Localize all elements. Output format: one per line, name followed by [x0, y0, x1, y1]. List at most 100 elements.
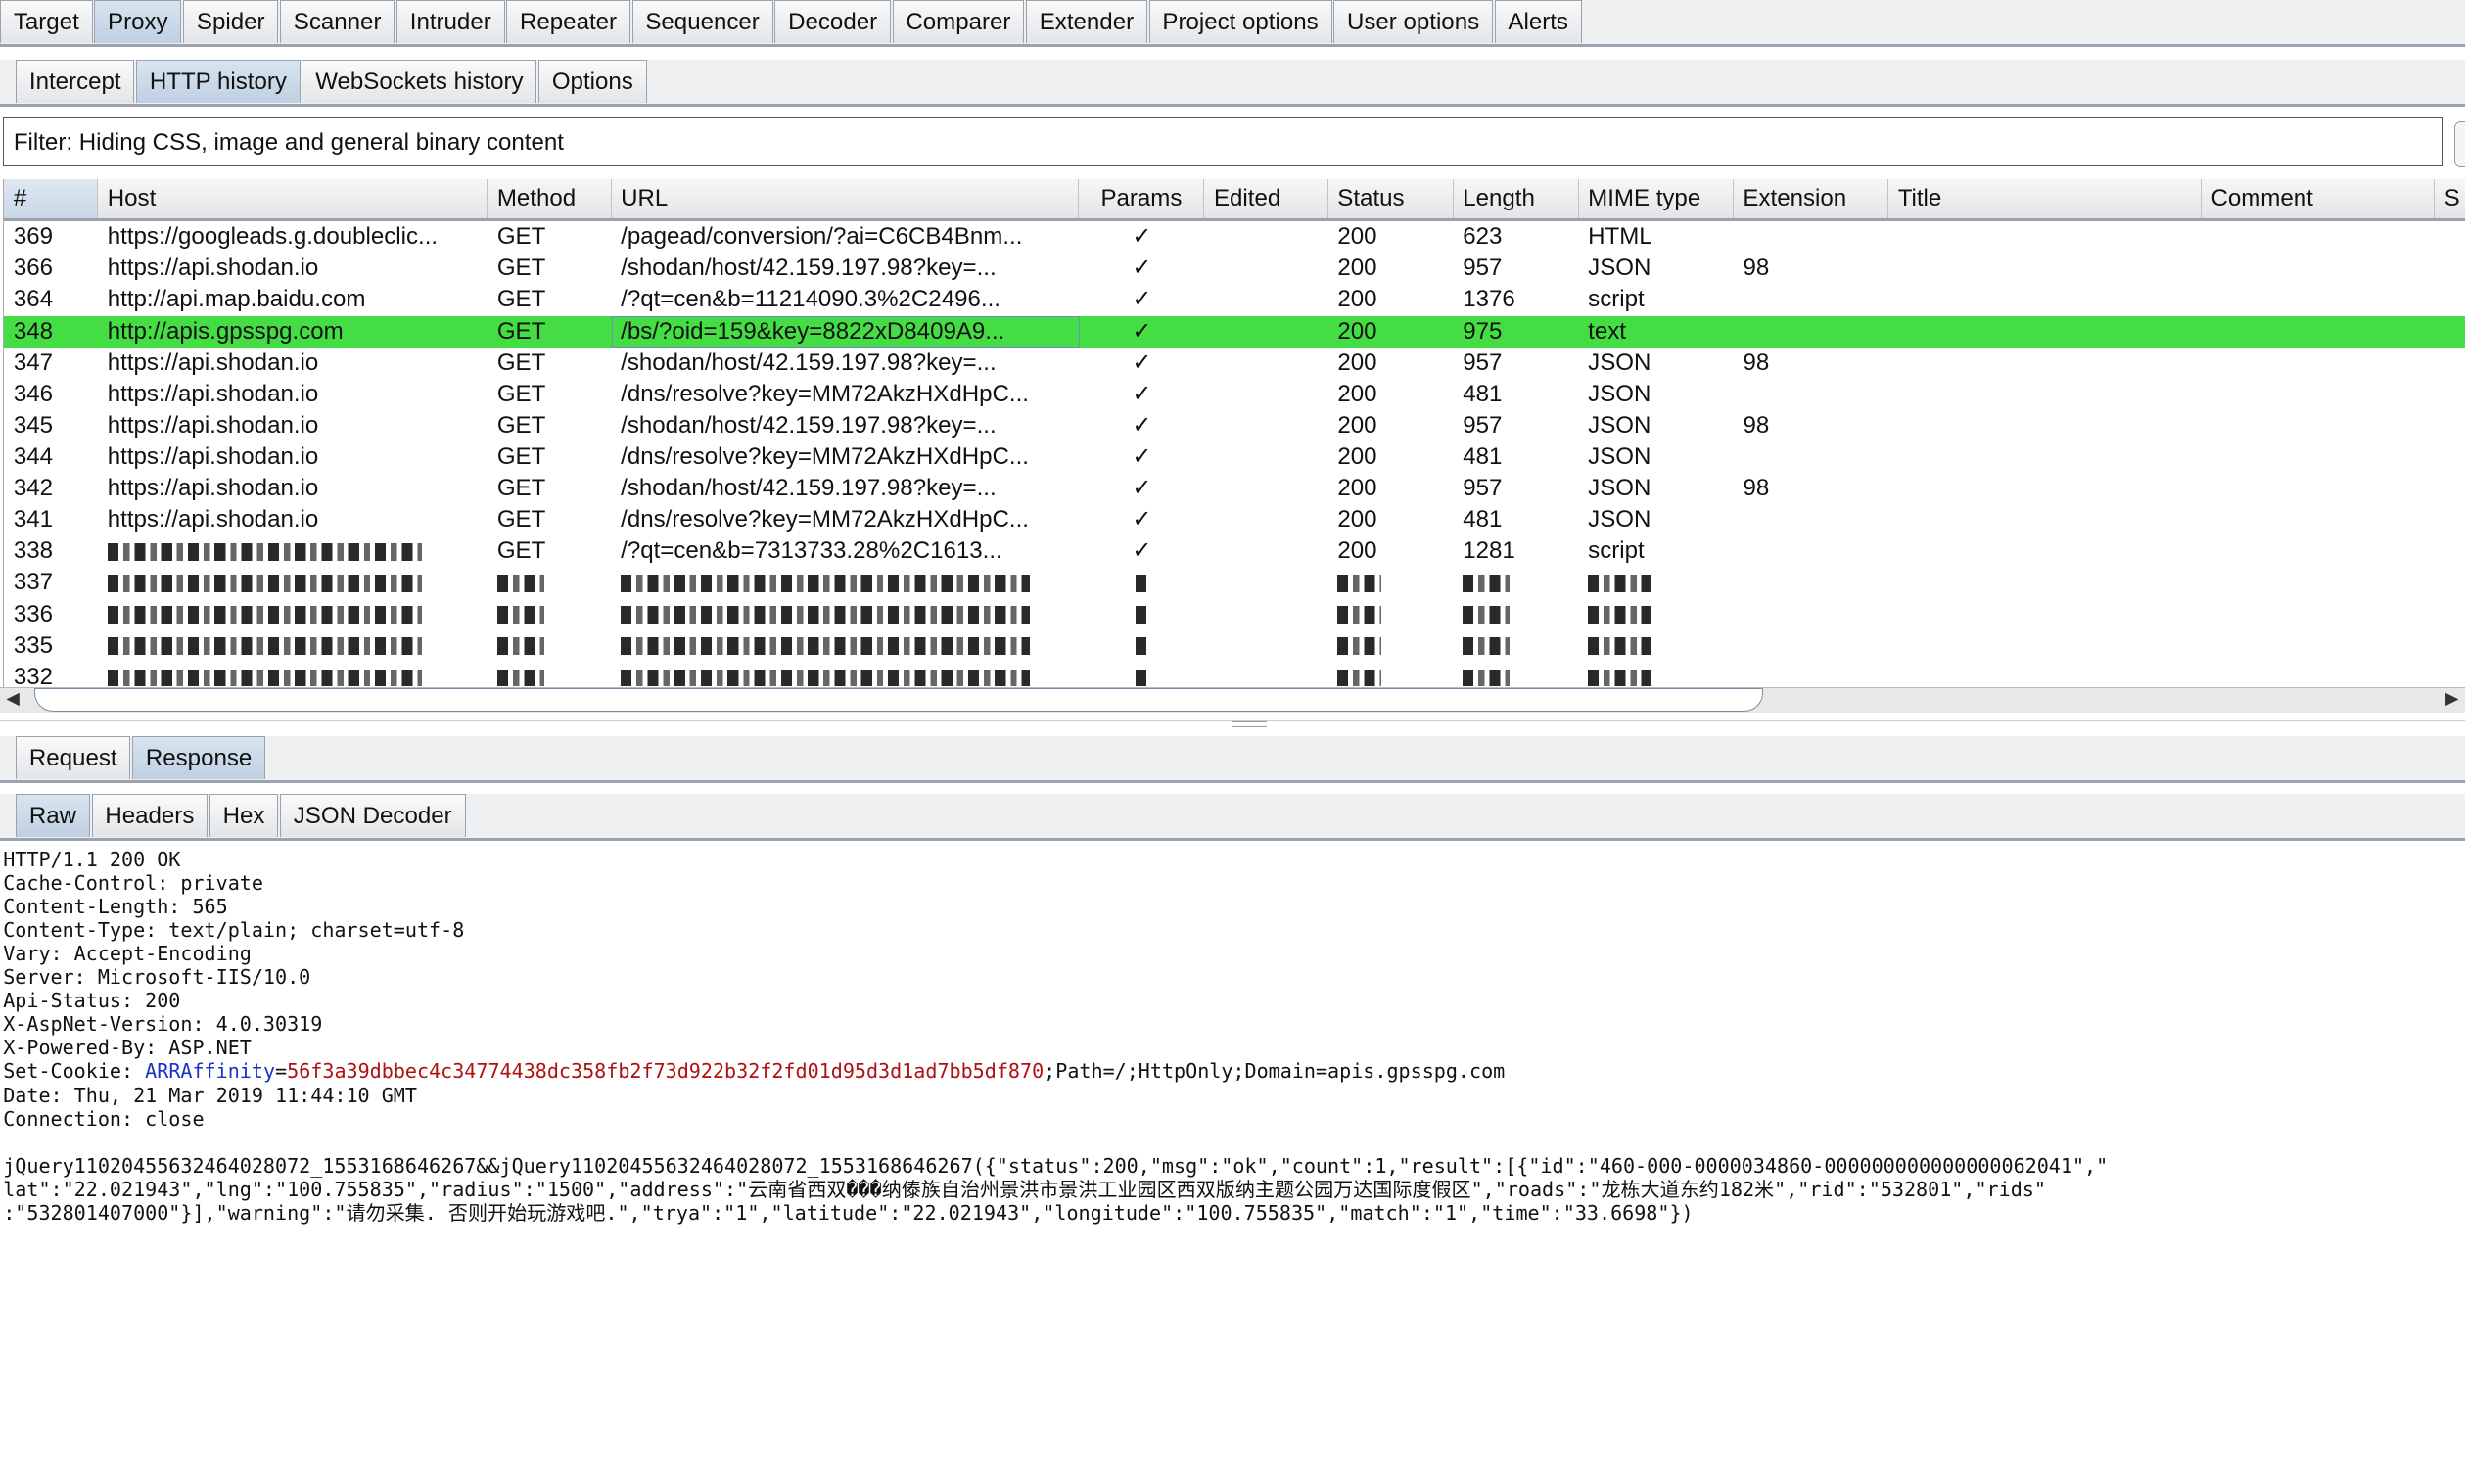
cell-method: GET [496, 475, 546, 502]
cell-params [1080, 599, 1205, 630]
column-header-number[interactable]: # [4, 179, 99, 219]
cell-empty [1204, 316, 1327, 348]
cell-length [1454, 630, 1579, 662]
cell-empty [2202, 253, 2435, 284]
cell-host: https://googleads.g.doubleclic... [107, 223, 439, 251]
column-header-extension[interactable]: Extension [1734, 179, 1889, 219]
redacted-block [1588, 669, 1651, 687]
tab-target[interactable]: Target [0, 0, 93, 44]
http-history-table[interactable]: # Host Method URL Params Edited Status Length MI… [3, 179, 2465, 687]
cell-empty [2202, 473, 2435, 504]
tab-user-options[interactable]: User options [1333, 0, 1493, 44]
split-pane-divider[interactable] [0, 719, 2465, 731]
cell-id: 332 [13, 663, 54, 687]
cell-length: 957 [1463, 475, 1503, 502]
tab-headers[interactable]: Headers [91, 793, 209, 838]
table-row[interactable]: 366 https://api.shodan.io GET/shodan/host/… [4, 253, 2465, 284]
scrollbar-thumb[interactable] [34, 687, 1763, 713]
column-header-host[interactable]: Host [98, 179, 488, 219]
column-header-title[interactable]: Title [1888, 179, 2202, 219]
cell-length: 1281 [1463, 537, 1515, 565]
table-row[interactable]: 369 https://googleads.g.doubleclic... GET /… [4, 221, 2465, 253]
tab-repeater[interactable]: Repeater [506, 0, 630, 44]
column-header-edited[interactable]: Edited [1204, 179, 1328, 219]
column-header-mime-type[interactable]: MIME type [1579, 179, 1734, 219]
column-header-status[interactable]: Status [1328, 179, 1454, 219]
tab-http-history[interactable]: HTTP history [136, 60, 301, 104]
cell-method: GET [496, 442, 546, 470]
tab-raw[interactable]: Raw [16, 793, 90, 838]
filter-side-button[interactable] [2453, 120, 2465, 167]
cell-url: /pagead/conversion/?ai=C6CB4Bnm... [621, 223, 1023, 251]
cell-mime: JSON [1588, 348, 1651, 376]
tab-extender[interactable]: Extender [1025, 0, 1147, 44]
tab-json-decoder[interactable]: JSON Decoder [279, 793, 466, 838]
table-row[interactable]: 338 GET /?qt=cen&b=7313733.28%2C1613... ✓ 20… [4, 535, 2465, 567]
cell-empty [2202, 504, 2435, 535]
tab-project-options[interactable]: Project options [1148, 0, 1332, 44]
tab-alerts[interactable]: Alerts [1494, 0, 1582, 44]
table-row[interactable]: 364 http://api.map.baidu.com GET /?qt=cen&b… [4, 284, 2465, 315]
tab-proxy[interactable]: Proxy [94, 0, 182, 44]
tab-intercept[interactable]: Intercept [16, 60, 135, 104]
table-row[interactable]: 332 [4, 662, 2465, 687]
table-header: # Host Method URL Params Edited Status Length MI… [4, 179, 2465, 222]
table-row[interactable]: 342 https://api.shodan.io GET/shodan/host/… [4, 473, 2465, 504]
tab-request[interactable]: Request [16, 735, 131, 779]
response-raw-view[interactable]: HTTP/1.1 200 OK Cache-Control: private Con… [3, 848, 2108, 1226]
cell-method [488, 599, 611, 630]
column-header-method[interactable]: Method [488, 179, 612, 219]
tab-spider[interactable]: Spider [183, 0, 279, 44]
tab-comparer[interactable]: Comparer [892, 0, 1025, 44]
table-row[interactable]: 344 https://api.shodan.io GET/dns/resolve?… [4, 441, 2465, 473]
horizontal-scrollbar[interactable]: ◀ ▶ [0, 686, 2465, 714]
cell-host: http://apis.gpsspg.com [107, 317, 344, 345]
cell-id: 342 [13, 475, 54, 502]
redacted-block [1463, 669, 1511, 687]
proxy-tabbar: Intercept HTTP history WebSockets history O… [0, 60, 2465, 107]
cell-params: ✓ [1132, 380, 1152, 407]
filter-bar[interactable]: Filter: Hiding CSS, image and general bi… [3, 117, 2443, 167]
column-header-length[interactable]: Length [1454, 179, 1579, 219]
cell-status [1328, 630, 1454, 662]
cell-host [98, 662, 488, 687]
table-row[interactable]: 335 [4, 630, 2465, 662]
cell-ext: 98 [1743, 475, 1770, 502]
tab-scanner[interactable]: Scanner [279, 0, 395, 44]
cell-empty [2435, 535, 2465, 567]
scroll-left-icon[interactable]: ◀ [6, 688, 20, 709]
tab-response[interactable]: Response [132, 735, 266, 779]
cell-id: 364 [13, 286, 54, 313]
column-header-params[interactable]: Params [1079, 179, 1205, 219]
tab-options[interactable]: Options [537, 60, 647, 104]
table-row[interactable]: 341 https://api.shodan.io GET/dns/resolve?… [4, 504, 2465, 535]
cell-status: 200 [1337, 506, 1377, 533]
table-row[interactable]: 348 http://apis.gpsspg.com GET/bs/?oid=159… [4, 315, 2465, 348]
table-row[interactable]: 346 https://api.shodan.io GET/dns/resolve?… [4, 379, 2465, 410]
column-header-s[interactable]: S [2435, 179, 2465, 218]
tab-websockets-history[interactable]: WebSockets history [302, 60, 537, 104]
table-row[interactable]: 345 https://api.shodan.io GET/shodan/host/… [4, 410, 2465, 441]
cell-ext [1734, 599, 1888, 630]
table-row[interactable]: 336 [4, 599, 2465, 630]
table-row[interactable]: 337 [4, 567, 2465, 598]
tab-sequencer[interactable]: Sequencer [631, 0, 773, 44]
table-row[interactable]: 347 https://api.shodan.io GET/shodan/host/… [4, 348, 2465, 379]
cell-empty [1204, 253, 1327, 284]
cell-mime [1579, 599, 1734, 630]
cell-length: 975 [1463, 317, 1503, 345]
cell-mime: text [1588, 317, 1626, 345]
cell-ext [1734, 567, 1888, 598]
cell-params [1080, 662, 1205, 687]
column-header-url[interactable]: URL [612, 179, 1080, 219]
scroll-right-icon[interactable]: ▶ [2445, 688, 2459, 709]
tab-intruder[interactable]: Intruder [395, 0, 505, 44]
divider-grip-icon[interactable] [1232, 720, 1268, 728]
cell-empty [2435, 630, 2465, 662]
tab-decoder[interactable]: Decoder [774, 0, 891, 44]
tab-hex[interactable]: Hex [209, 793, 279, 838]
column-header-comment[interactable]: Comment [2202, 179, 2436, 219]
view-tabbar: Raw Headers Hex JSON Decoder [0, 793, 2465, 841]
redacted-block [1136, 575, 1148, 592]
cell-status: 200 [1337, 380, 1377, 407]
